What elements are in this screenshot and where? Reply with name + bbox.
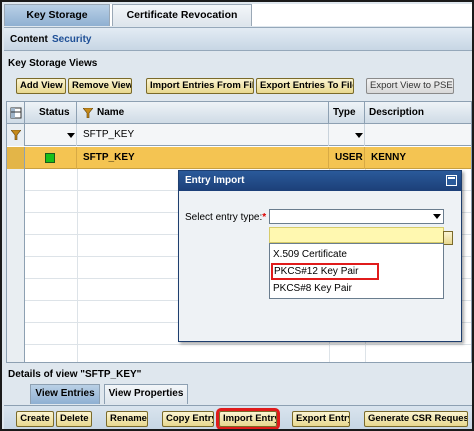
row-selector[interactable]: [7, 323, 25, 345]
content-label: Content: [10, 34, 48, 45]
entry-type-options-list: X.509 Certificate PKCS#12 Key Pair PKCS#…: [269, 243, 444, 299]
table-settings-header[interactable]: [7, 102, 25, 124]
description-cell: KENNY: [371, 152, 407, 163]
top-tab-strip: Key Storage Certificate Revocation Check: [4, 4, 472, 41]
dialog-title-text: Entry Import: [185, 175, 245, 186]
row-selector[interactable]: [7, 345, 25, 362]
tab-view-entries[interactable]: View Entries: [30, 384, 100, 404]
import-entries-from-file-button[interactable]: Import Entries From File: [146, 78, 254, 94]
tab-view-properties[interactable]: View Properties: [104, 384, 188, 404]
status-filter-cell[interactable]: [25, 124, 77, 146]
status-cell: [25, 147, 77, 169]
dropdown-icon[interactable]: [355, 133, 363, 138]
export-entries-to-file-button[interactable]: Export Entries To File: [256, 78, 354, 94]
entry-import-dialog: Entry Import Select entry type:* X.509 C…: [178, 170, 462, 342]
required-marker: *: [262, 212, 267, 223]
generate-csr-request-button[interactable]: Generate CSR Request: [364, 411, 468, 427]
dropdown-icon[interactable]: [433, 214, 441, 219]
type-column-header[interactable]: Type: [329, 102, 365, 124]
description-filter-cell[interactable]: [365, 124, 471, 146]
name-cell[interactable]: SFTP_KEY: [77, 147, 329, 169]
option-pkcs12-key-pair[interactable]: PKCS#12 Key Pair: [271, 263, 379, 280]
settings-icon[interactable]: [10, 107, 22, 119]
dialog-body: Select entry type:* X.509 Certificate PK…: [179, 191, 461, 341]
export-entry-button[interactable]: Export Entry: [292, 411, 350, 427]
dropdown-top-strip: [269, 227, 444, 243]
key-storage-views-title: Key Storage Views: [8, 58, 98, 69]
row-selector[interactable]: [7, 279, 25, 301]
details-tab-strip: View Entries View Properties: [4, 382, 472, 404]
tab-key-storage[interactable]: Key Storage: [4, 4, 110, 26]
row-selector[interactable]: [7, 147, 25, 169]
row-selector[interactable]: [7, 301, 25, 323]
status-column-header[interactable]: Status: [25, 102, 77, 124]
create-button[interactable]: Create: [16, 411, 54, 427]
import-entry-button[interactable]: Import Entry: [216, 408, 280, 429]
row-selector[interactable]: [7, 191, 25, 213]
name-column-label: Name: [97, 107, 125, 118]
filter-row: SFTP_KEY: [7, 124, 471, 146]
export-view-to-pse-button[interactable]: Export View to PSE: [366, 78, 454, 94]
type-filter-cell[interactable]: [329, 124, 365, 146]
type-cell: USER: [329, 147, 365, 169]
remove-view-button[interactable]: Remove View: [68, 78, 132, 94]
entry-type-select[interactable]: [269, 209, 444, 224]
table-row[interactable]: SFTP_KEY USER KENNY: [7, 147, 471, 169]
delete-button[interactable]: Delete: [56, 411, 92, 427]
details-title: Details of view "SFTP_KEY": [8, 369, 142, 380]
row-selector[interactable]: [7, 257, 25, 279]
security-link[interactable]: Security: [52, 34, 91, 45]
dropdown-icon[interactable]: [67, 133, 75, 138]
row-selector[interactable]: [7, 213, 25, 235]
row-selector[interactable]: [7, 169, 25, 191]
filter-icon[interactable]: [11, 130, 21, 140]
window-frame: Key Storage Certificate Revocation Check…: [0, 0, 474, 431]
rename-button[interactable]: Rename: [106, 411, 148, 427]
tab-certificate-revocation-check[interactable]: Certificate Revocation Check: [112, 4, 252, 41]
entry-type-label-text: Select entry type:: [185, 212, 263, 223]
entry-type-label: Select entry type:*: [185, 212, 266, 223]
name-filter-cell[interactable]: SFTP_KEY: [77, 124, 329, 146]
sort-icon: [83, 108, 93, 118]
name-column-header[interactable]: Name: [77, 102, 329, 124]
add-view-button[interactable]: Add View: [16, 78, 66, 94]
option-pkcs8-key-pair[interactable]: PKCS#8 Key Pair: [270, 280, 443, 297]
maximize-icon[interactable]: [446, 175, 457, 186]
option-x509-certificate[interactable]: X.509 Certificate: [270, 246, 443, 263]
content-header-bar: Content Security: [4, 27, 472, 51]
filter-row-selector[interactable]: [7, 124, 25, 146]
status-green-icon: [45, 153, 55, 163]
description-column-header[interactable]: Description: [365, 102, 471, 124]
obscured-button[interactable]: [443, 231, 453, 245]
copy-entry-button[interactable]: Copy Entry: [162, 411, 214, 427]
empty-row: [7, 345, 471, 362]
row-selector[interactable]: [7, 235, 25, 257]
dialog-title: Entry Import: [179, 171, 461, 191]
